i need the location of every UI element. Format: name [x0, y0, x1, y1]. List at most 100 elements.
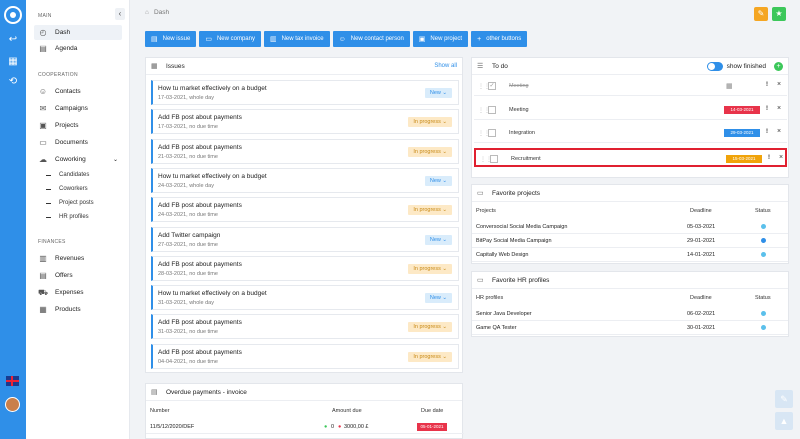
nav-sub-candidates[interactable]: Candidates [46, 172, 89, 178]
todo-checkbox[interactable] [488, 105, 496, 114]
toggle-switch[interactable] [706, 61, 723, 71]
table-row[interactable]: Capitally Web Design 14-01-2021 [472, 248, 788, 262]
nav-sub-coworkers[interactable]: Coworkers [46, 186, 88, 192]
new-issue-button[interactable]: ▤ New issue [145, 31, 197, 47]
status-badge[interactable]: New ⌄ [424, 88, 452, 98]
status-dot [761, 224, 766, 229]
scroll-top-button[interactable]: ▲ [775, 412, 793, 430]
table-row[interactable]: Game QA Tester 30-01-2021 [472, 321, 788, 335]
dash-icon: ◴ [39, 28, 47, 37]
todo-item[interactable]: ⋮⋮ ✓ Meeting ▦! × [474, 77, 787, 96]
megaphone-button[interactable]: ✎ [754, 7, 768, 21]
column-header: Number [150, 408, 170, 414]
nav-dash[interactable]: ◴ Dash [34, 25, 122, 40]
invoice-icon: ▤ [151, 389, 158, 396]
language-flag-icon[interactable] [6, 376, 19, 386]
issue-title: Add Twitter campaign [158, 231, 221, 239]
nav-campaigns[interactable]: ✉ Campaigns [34, 101, 122, 116]
section-cooperation-label: COOPERATION [38, 72, 78, 78]
status-badge[interactable]: New ⌄ [424, 234, 452, 245]
close-icon[interactable]: × [777, 128, 781, 135]
issue-date: 17-03-2021, whole day [158, 95, 214, 101]
close-icon[interactable]: × [779, 154, 783, 161]
status-badge[interactable]: In progress ⌄ [408, 205, 452, 216]
todo-checkbox[interactable]: ✓ [488, 82, 496, 90]
app-logo-icon[interactable] [4, 6, 22, 24]
todo-checkbox[interactable] [488, 129, 496, 137]
todo-item[interactable]: ⋮⋮ Meeting 14-03-2021! × [474, 101, 787, 120]
todo-date-badge[interactable]: 15-03-2021 [726, 154, 762, 163]
table-row[interactable]: Conversocial Social Media Campaign 05-03-… [472, 220, 788, 234]
new-tax-invoice-button[interactable]: ▥ New tax invoice [263, 31, 330, 47]
favorite-projects-header: ▭ Favorite projects [472, 185, 788, 202]
status-badge[interactable]: In progress ⌄ [408, 263, 452, 274]
issue-item[interactable]: Add Twitter campaign 27-03-2021, no due t… [151, 226, 459, 252]
issue-title: How tu market effectively on a budget [158, 290, 267, 298]
table-row[interactable]: Senior Java Developer 06-02-2021 [472, 307, 788, 321]
priority-icon[interactable]: ! [766, 82, 768, 88]
status-badge[interactable]: In progress ⌄ [408, 146, 452, 157]
new-company-button[interactable]: ▭ New company [199, 31, 261, 47]
nav-expenses[interactable]: ⛟ Expenses [34, 285, 122, 300]
nav-coworking[interactable]: ☁ Coworking ⌄ [34, 152, 122, 167]
nav-revenues[interactable]: ▥ Revenues [34, 251, 122, 266]
status-badge[interactable]: In progress ⌄ [408, 351, 452, 362]
user-avatar[interactable] [5, 397, 20, 412]
arrow-up-icon: ▲ [779, 416, 789, 426]
close-icon[interactable]: × [777, 81, 781, 88]
issue-item[interactable]: Add FB post about payments 17-03-2021, no… [151, 109, 459, 135]
issue-item[interactable]: Add FB post about payments 04-04-2021, no… [151, 343, 459, 369]
calendar-icon[interactable]: ▦ [726, 82, 733, 90]
new-project-button[interactable]: ▣ New project [412, 31, 469, 47]
table-row[interactable]: 11/5/12/2020/DEF ● 0 ● 3000,00 £ 05-01-2… [146, 420, 464, 434]
status-badge[interactable]: New ⌄ [424, 175, 452, 186]
issue-item[interactable]: How tu market effectively on a budget 24-… [151, 167, 459, 193]
section-main-label: MAIN [38, 13, 52, 19]
todo-item[interactable]: ⋮⋮ Integration 29-03-2021! × [474, 124, 787, 143]
nav-label: Agenda [55, 45, 78, 52]
todo-item[interactable]: ⋮⋮ Recruitment 15-03-2021! × [474, 147, 787, 167]
issue-item[interactable]: How tu market effectively on a budget 17-… [151, 80, 459, 105]
todo-checkbox[interactable] [490, 154, 498, 163]
nav-sub-hr-profiles[interactable]: HR profiles [46, 214, 89, 220]
priority-icon[interactable]: ! [766, 129, 768, 135]
priority-icon[interactable]: ! [766, 106, 768, 112]
edit-fab-button[interactable]: ✎ [775, 390, 793, 408]
back-arrow-icon[interactable]: ↩ [7, 34, 19, 46]
star-button[interactable]: ★ [772, 7, 786, 21]
favorite-projects-panel: ▭ Favorite projects Projects Deadline Sta… [471, 184, 789, 264]
issue-item[interactable]: Add FB post about payments 24-03-2021, no… [151, 197, 459, 223]
todo-date-badge[interactable]: 14-03-2021 [724, 105, 760, 114]
status-badge[interactable]: New ⌄ [424, 293, 452, 304]
column-header: Deadline [690, 295, 712, 301]
nav-products[interactable]: ▦ Products [34, 302, 122, 317]
show-finished-toggle[interactable]: show finished [706, 61, 766, 71]
issue-item[interactable]: Add FB post about payments 28-03-2021, no… [151, 255, 459, 281]
nav-projects[interactable]: ▣ Projects [34, 118, 122, 133]
nav-contacts[interactable]: ☺ Contacts [34, 84, 122, 99]
issue-item[interactable]: How tu market effectively on a budget 31-… [151, 285, 459, 311]
other-buttons-button[interactable]: + other buttons [471, 31, 528, 47]
close-icon[interactable]: × [777, 105, 781, 112]
grid-icon[interactable]: ▦ [7, 56, 19, 68]
status-badge[interactable]: In progress ⌄ [408, 117, 452, 128]
issue-date: 31-03-2021, no due time [158, 329, 218, 336]
issue-item[interactable]: Add FB post about payments 31-03-2021, no… [151, 314, 459, 340]
issue-date: 31-03-2021, whole day [158, 300, 214, 307]
show-all-link[interactable]: Show all [434, 63, 457, 69]
priority-icon[interactable]: ! [768, 155, 770, 161]
issue-item[interactable]: Add FB post about payments 21-03-2021, no… [151, 138, 459, 164]
nav-documents[interactable]: ▭ Documents [34, 135, 122, 150]
refresh-icon[interactable]: ⟲ [7, 76, 19, 88]
nav-agenda[interactable]: ▤ Agenda [34, 41, 122, 56]
status-badge[interactable]: In progress ⌄ [408, 322, 452, 333]
home-icon[interactable]: ⌂ [145, 9, 149, 16]
add-todo-icon[interactable]: + [774, 61, 783, 71]
table-row[interactable]: BitPay Social Media Campaign 29-01-2021 [472, 234, 788, 248]
collapse-sidebar-button[interactable]: ‹ [115, 8, 125, 20]
nav-offers[interactable]: ▤ Offers [34, 268, 122, 283]
todo-date-badge[interactable]: 29-03-2021 [724, 129, 760, 137]
nav-sub-project-posts[interactable]: Project posts [46, 200, 94, 206]
issue-date: 27-03-2021, no due time [158, 241, 218, 248]
new-contact-person-button[interactable]: ☺ New contact person [332, 31, 410, 47]
